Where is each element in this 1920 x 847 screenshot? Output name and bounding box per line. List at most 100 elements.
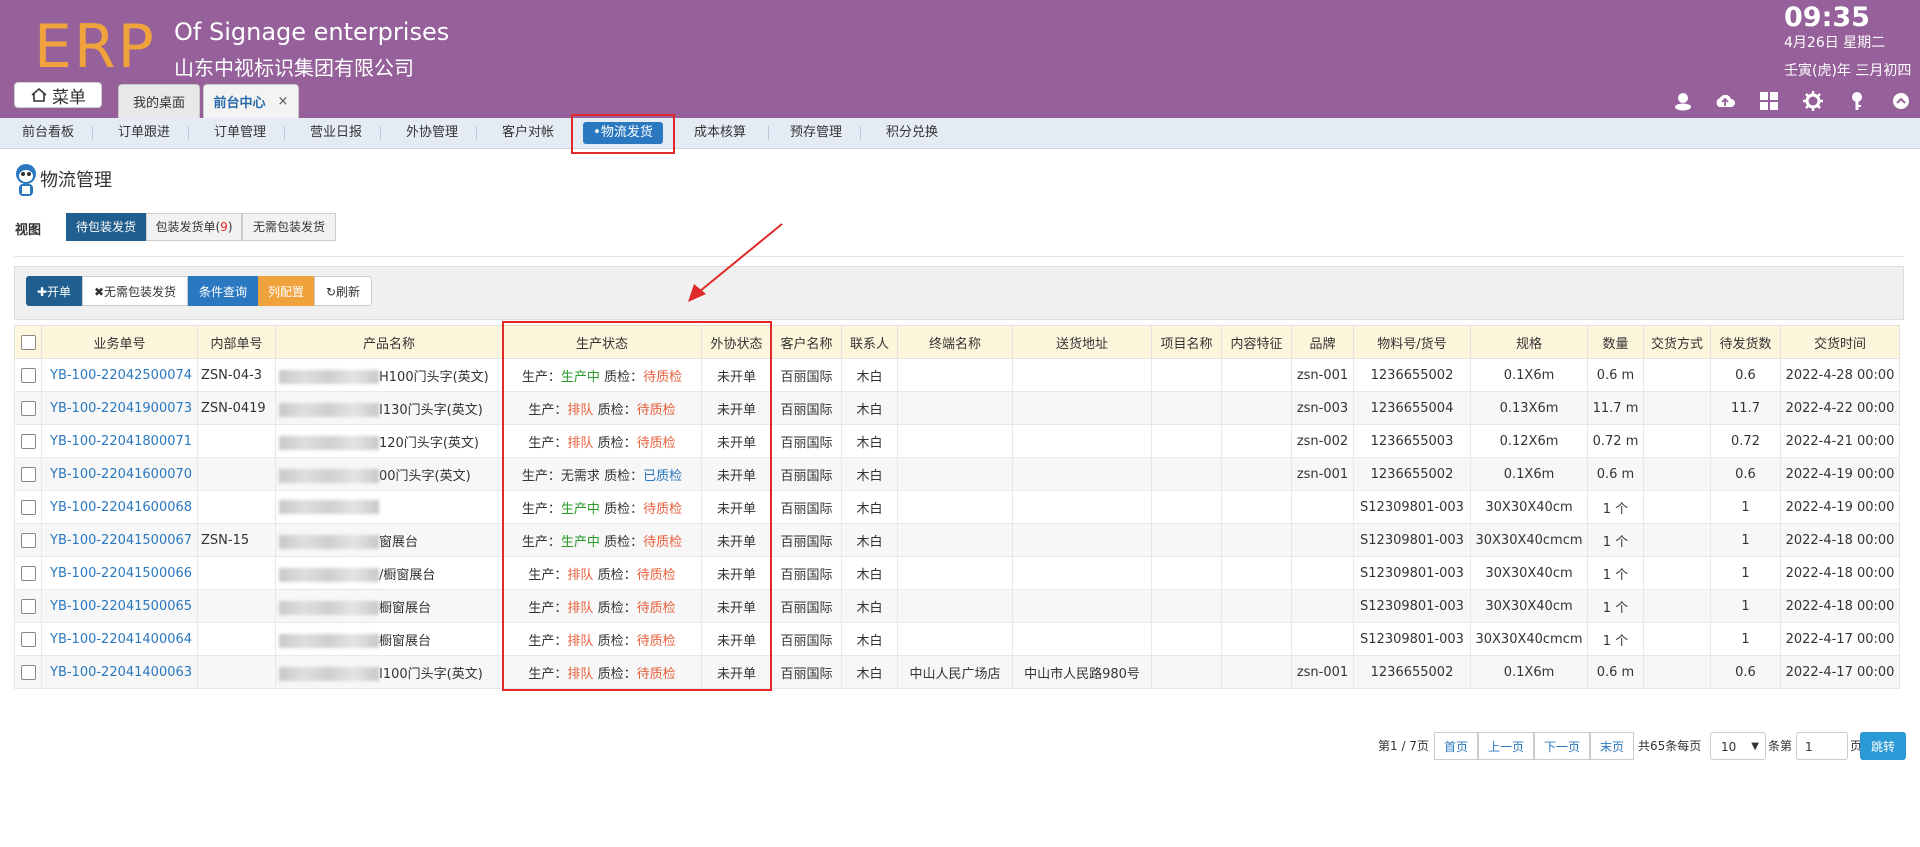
key-icon[interactable] [1846, 90, 1868, 112]
tab-my-desktop[interactable]: 我的桌面 [118, 84, 200, 118]
next-page-button[interactable]: 下一页 [1534, 732, 1590, 760]
nav-item-reconcile[interactable]: 客户对帐 [490, 118, 566, 148]
table-row[interactable]: YB-100-22041400064 橱窗展台 生产：排队 质检：待质检 未开单 百丽国… [14, 622, 1900, 656]
col-header[interactable]: 项目名称 [1151, 325, 1222, 359]
col-header[interactable]: 送货地址 [1012, 325, 1152, 359]
table-row[interactable]: YB-100-22042500074 ZSN-04-3 H100门头字(英文) 生产：… [14, 358, 1900, 392]
order-no-link[interactable]: YB-100-22041400064 [41, 622, 198, 656]
nav-item-order-manage[interactable]: 订单管理 [202, 118, 278, 148]
condition-query-button[interactable]: 条件查询 [188, 276, 258, 306]
order-no-link[interactable]: YB-100-22041600068 [41, 490, 198, 524]
checkbox[interactable] [20, 400, 36, 416]
nav-item-outsource[interactable]: 外协管理 [394, 118, 470, 148]
delivery-method [1643, 655, 1711, 689]
col-header[interactable]: 规格 [1470, 325, 1588, 359]
col-header[interactable]: 客户名称 [771, 325, 842, 359]
order-no-link[interactable]: YB-100-22041800071 [41, 424, 198, 458]
col-header[interactable]: 交货方式 [1643, 325, 1711, 359]
checkbox[interactable] [20, 598, 36, 614]
view-tab-pack-orders[interactable]: 包装发货单(9) [146, 213, 242, 241]
column-config-button[interactable]: 列配置 [258, 276, 314, 306]
row-checkbox[interactable] [14, 622, 42, 656]
order-no-link[interactable]: YB-100-22041900073 [41, 391, 198, 425]
user-icon[interactable] [1672, 90, 1694, 112]
order-no-link[interactable]: YB-100-22041500067 [41, 523, 198, 557]
table-row[interactable]: YB-100-22041500065 橱窗展台 生产：排队 质检：待质检 未开单 百丽国… [14, 589, 1900, 623]
col-header[interactable]: 物料号/货号 [1353, 325, 1471, 359]
table-row[interactable]: YB-100-22041500067 ZSN-15 窗展台 生产：生产中 质检：待质检… [14, 523, 1900, 557]
select-all-checkbox[interactable] [14, 325, 42, 359]
go-button[interactable]: 跳转 [1860, 732, 1906, 760]
col-header[interactable]: 待发货数 [1710, 325, 1781, 359]
row-checkbox[interactable] [14, 424, 42, 458]
table-row[interactable]: YB-100-22041400063 I100门头字(英文) 生产：排队 质检：待质… [14, 655, 1900, 689]
checkbox[interactable] [20, 499, 36, 515]
order-no-link[interactable]: YB-100-22041500066 [41, 556, 198, 590]
menu-button[interactable]: 菜单 [14, 82, 102, 108]
cloud-upload-icon[interactable] [1714, 90, 1736, 112]
view-tab-pending-pack[interactable]: 待包装发货 [66, 213, 146, 241]
checkbox[interactable] [20, 664, 36, 680]
prod-status-value: 排队 [567, 600, 594, 616]
nav-item-front-board[interactable]: 前台看板 [10, 118, 86, 148]
table-row[interactable]: YB-100-22041600068 生产：生产中 质检：待质检 未开单 百丽国际 木白… [14, 490, 1900, 524]
no-pack-ship-button[interactable]: ✖无需包装发货 [82, 276, 188, 306]
table-row[interactable]: YB-100-22041900073 ZSN-0419 I130门头字(英文) 生产：… [14, 391, 1900, 425]
col-header[interactable]: 数量 [1587, 325, 1644, 359]
checkbox[interactable] [20, 631, 36, 647]
blurred-text [279, 634, 379, 648]
row-checkbox[interactable] [14, 556, 42, 590]
first-page-button[interactable]: 首页 [1434, 732, 1478, 760]
order-no-link[interactable]: YB-100-22041500065 [41, 589, 198, 623]
page-number-input[interactable]: 1 [1796, 732, 1848, 760]
order-no-link[interactable]: YB-100-22041600070 [41, 457, 198, 491]
table-row[interactable]: YB-100-22041500066/橱窗展台 生产：排队 质检：待质检 未开单 百丽… [14, 556, 1900, 590]
checkbox[interactable] [20, 466, 36, 482]
last-page-button[interactable]: 末页 [1590, 732, 1634, 760]
col-header[interactable]: 联系人 [841, 325, 898, 359]
page-size-select[interactable]: 10 ▼ [1710, 732, 1766, 760]
row-checkbox[interactable] [14, 358, 42, 392]
col-header[interactable]: 交货时间 [1780, 325, 1900, 359]
checkbox[interactable] [20, 532, 36, 548]
close-icon[interactable]: × [278, 94, 289, 109]
col-header[interactable]: 品牌 [1291, 325, 1354, 359]
col-header[interactable]: 产品名称 [275, 325, 503, 359]
nav-item-order-follow[interactable]: 订单跟进 [106, 118, 182, 148]
row-checkbox[interactable] [14, 589, 42, 623]
nav-item-cost[interactable]: 成本核算 [682, 118, 758, 148]
col-header[interactable]: 生产状态 [502, 325, 702, 359]
view-tab-no-pack[interactable]: 无需包装发货 [242, 213, 336, 241]
checkbox[interactable] [20, 367, 36, 383]
checkbox[interactable] [20, 565, 36, 581]
row-checkbox[interactable] [14, 655, 42, 689]
checkbox[interactable] [20, 433, 36, 449]
refresh-button[interactable]: ↻刷新 [314, 276, 372, 306]
gear-icon[interactable] [1802, 90, 1824, 112]
product-name-text: 窗展台 [379, 534, 419, 550]
chevron-up-icon[interactable] [1890, 90, 1912, 112]
col-header[interactable]: 内部单号 [197, 325, 276, 359]
order-no-link[interactable]: YB-100-22041400063 [41, 655, 198, 689]
delivery-date: 2022-4-17 00:00 [1780, 622, 1900, 656]
col-header[interactable]: 外协状态 [701, 325, 772, 359]
open-order-button[interactable]: ✚开单 [26, 276, 82, 306]
col-header[interactable]: 内容特征 [1221, 325, 1292, 359]
col-header[interactable]: 终端名称 [897, 325, 1013, 359]
nav-item-points[interactable]: 积分兑换 [874, 118, 950, 148]
row-checkbox[interactable] [14, 457, 42, 491]
row-checkbox[interactable] [14, 391, 42, 425]
table-row[interactable]: YB-100-22041600070 00门头字(英文) 生产：无需求 质检：已质检… [14, 457, 1900, 491]
col-header[interactable]: 业务单号 [41, 325, 198, 359]
row-checkbox[interactable] [14, 490, 42, 524]
product-name-text: 120门头字(英文) [379, 435, 479, 451]
brand: zsn-002 [1291, 424, 1354, 458]
grid-icon[interactable] [1758, 90, 1780, 112]
tab-front-center[interactable]: 前台中心 × [203, 84, 299, 118]
table-row[interactable]: YB-100-22041800071 120门头字(英文) 生产：排队 质检：待质检… [14, 424, 1900, 458]
nav-item-prepaid[interactable]: 预存管理 [778, 118, 854, 148]
order-no-link[interactable]: YB-100-22042500074 [41, 358, 198, 392]
row-checkbox[interactable] [14, 523, 42, 557]
nav-item-daily-report[interactable]: 营业日报 [298, 118, 374, 148]
prev-page-button[interactable]: 上一页 [1478, 732, 1534, 760]
